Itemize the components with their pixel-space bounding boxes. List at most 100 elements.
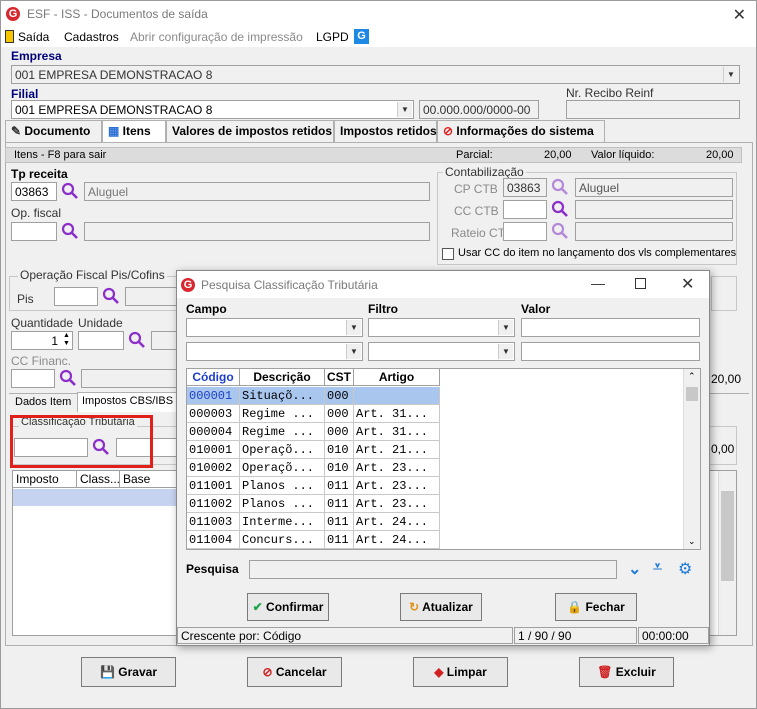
search-icon[interactable] xyxy=(59,369,77,387)
chevron-down-icon: ▼ xyxy=(397,102,412,117)
subtab-impostos-cbs[interactable]: Impostos CBS/IBS xyxy=(77,392,179,412)
empresa-label: Empresa xyxy=(11,49,62,63)
filtro-select-2[interactable]: ▼ xyxy=(368,342,515,361)
table-row[interactable] xyxy=(13,489,177,506)
tab-valores-impostos[interactable]: Valores de impostos retidos xyxy=(166,120,334,142)
filial-select[interactable]: 001 EMPRESA DEMONSTRACAO 8 ▼ xyxy=(11,100,414,119)
status-order: Crescente por: Código xyxy=(177,627,513,644)
search-icon[interactable] xyxy=(551,222,569,240)
table-cell: 011 xyxy=(325,531,354,549)
atualizar-button[interactable]: ↻ Atualizar xyxy=(400,593,482,621)
search-icon[interactable] xyxy=(102,287,120,305)
valor-input-2[interactable] xyxy=(521,342,700,361)
tab-itens[interactable]: ▦ Itens xyxy=(102,120,166,143)
cc-ctb-input[interactable] xyxy=(503,200,547,219)
menu-lgpd[interactable]: LGPD xyxy=(316,30,349,44)
chevron-down-icon[interactable]: ⌄ xyxy=(688,536,696,547)
usar-cc-checkbox[interactable] xyxy=(442,248,454,260)
results-grid[interactable]: Código Descrição CST Artigo 000001 Situaç… xyxy=(186,368,701,550)
lgpd-shield-icon[interactable]: G xyxy=(354,29,369,44)
scrollbar[interactable] xyxy=(718,471,736,635)
table-row[interactable]: 010001 Operaçõ... 010 Art. 21... xyxy=(187,441,440,459)
rateio-ctb-input[interactable] xyxy=(503,222,547,241)
cc-financ-input[interactable] xyxy=(11,369,55,388)
subtab-dados-item[interactable]: Dados Item xyxy=(11,394,75,412)
close-icon[interactable]: ✕ xyxy=(681,274,694,294)
expand-down-icon[interactable]: ⩡ xyxy=(653,559,662,577)
maximize-icon[interactable] xyxy=(635,278,646,289)
pis-input[interactable] xyxy=(54,287,98,306)
tp-receita-label: Tp receita xyxy=(11,167,68,181)
table-cell: 000004 xyxy=(187,423,240,441)
excluir-button[interactable]: 🗑 Excluir xyxy=(579,657,674,687)
menu-saida[interactable]: Saída xyxy=(18,30,49,44)
table-cell: Art. 24... xyxy=(354,531,440,549)
search-icon[interactable] xyxy=(551,178,569,196)
grid-header-descricao[interactable]: Descrição xyxy=(240,369,325,386)
menu-abrir-config[interactable]: Abrir configuração de impressão xyxy=(130,30,303,44)
dialog-title: Pesquisa Classificação Tributária xyxy=(201,278,378,292)
tab-impostos-retidos[interactable]: Impostos retidos xyxy=(334,120,437,142)
table-cell xyxy=(354,387,440,405)
tab-informacoes-label: Informações do sistema xyxy=(456,124,594,138)
subtab-dados-label: Dados Item xyxy=(15,396,72,408)
chevron-up-icon[interactable]: ⌃ xyxy=(688,371,696,382)
empresa-select[interactable]: 001 EMPRESA DEMONSTRACAO 8 ▼ xyxy=(11,65,740,84)
tab-documento[interactable]: ✎ Documento xyxy=(5,120,102,142)
filtro-select-1[interactable]: ▼ xyxy=(368,318,515,337)
impostos-header[interactable]: Base xyxy=(120,471,177,488)
limpar-label: Limpar xyxy=(446,665,487,679)
table-row[interactable]: 011002 Planos ... 011 Art. 23... xyxy=(187,495,440,513)
gear-icon[interactable]: ⚙ xyxy=(678,559,692,579)
table-cell: Planos ... xyxy=(240,477,325,495)
expand-all-icon[interactable]: ⌄ xyxy=(628,559,641,579)
cancelar-button[interactable]: ⊘ Cancelar xyxy=(247,657,342,687)
tp-receita-desc: Aluguel xyxy=(84,182,430,201)
table-row[interactable]: 010002 Operaçõ... 010 Art. 23... xyxy=(187,459,440,477)
table-row[interactable]: 000003 Regime ... 000 Art. 31... xyxy=(187,405,440,423)
cancelar-label: Cancelar xyxy=(275,665,327,679)
valor-input-1[interactable] xyxy=(521,318,700,337)
campo-select-2[interactable]: ▼ xyxy=(186,342,363,361)
table-row[interactable]: 011003 Interme... 011 Art. 24... xyxy=(187,513,440,531)
cp-ctb-desc: Aluguel xyxy=(575,178,733,197)
table-cell: Concurs... xyxy=(240,531,325,549)
chevron-down-icon: ▼ xyxy=(498,344,513,359)
recibo-input[interactable] xyxy=(566,100,740,119)
search-icon[interactable] xyxy=(551,200,569,218)
table-row[interactable]: 000004 Regime ... 000 Art. 31... xyxy=(187,423,440,441)
campo-select-1[interactable]: ▼ xyxy=(186,318,363,337)
menu-cadastros[interactable]: Cadastros xyxy=(64,30,119,44)
gravar-button[interactable]: 💾 Gravar xyxy=(81,657,176,687)
pesquisa-input[interactable] xyxy=(249,560,617,579)
impostos-header[interactable]: Class... xyxy=(77,471,120,488)
op-pis-cofins-title: Operação Fiscal Pis/Cofins xyxy=(18,268,167,282)
limpar-button[interactable]: ◆ Limpar xyxy=(413,657,508,687)
search-icon[interactable] xyxy=(61,222,79,240)
chevron-down-icon: ▼ xyxy=(346,320,361,335)
search-icon[interactable] xyxy=(61,182,79,200)
table-cell: 011003 xyxy=(187,513,240,531)
table-row[interactable]: 011004 Concurs... 011 Art. 24... xyxy=(187,531,440,549)
grid-header-codigo[interactable]: Código xyxy=(187,369,240,386)
table-row[interactable]: 011001 Planos ... 011 Art. 23... xyxy=(187,477,440,495)
close-icon[interactable]: ✕ xyxy=(733,5,746,25)
fechar-button[interactable]: 🔒 Fechar xyxy=(555,593,637,621)
minimize-icon[interactable]: — xyxy=(591,275,605,291)
filial-label: Filial xyxy=(11,87,39,101)
table-cell: Interme... xyxy=(240,513,325,531)
tp-receita-code[interactable]: 03863 xyxy=(11,182,57,201)
unidade-input[interactable] xyxy=(78,331,124,350)
table-row[interactable]: 000001 Situaçõ... 000 xyxy=(187,387,440,405)
quantidade-spinner-icon[interactable]: ▲ ▼ xyxy=(63,332,70,348)
search-icon[interactable] xyxy=(128,331,146,349)
op-fiscal-input[interactable] xyxy=(11,222,57,241)
tab-informacoes[interactable]: ⊘ Informações do sistema xyxy=(437,120,605,142)
confirmar-button[interactable]: ✔ Confirmar xyxy=(247,593,329,621)
grid-header-cst[interactable]: CST xyxy=(325,369,354,386)
grid-scrollbar[interactable]: ⌃ ⌄ xyxy=(683,369,700,549)
unidade-label: Unidade xyxy=(78,316,123,330)
grid-header-artigo[interactable]: Artigo xyxy=(354,369,440,386)
app-logo-icon: G xyxy=(181,278,195,292)
impostos-header[interactable]: Imposto xyxy=(13,471,77,488)
